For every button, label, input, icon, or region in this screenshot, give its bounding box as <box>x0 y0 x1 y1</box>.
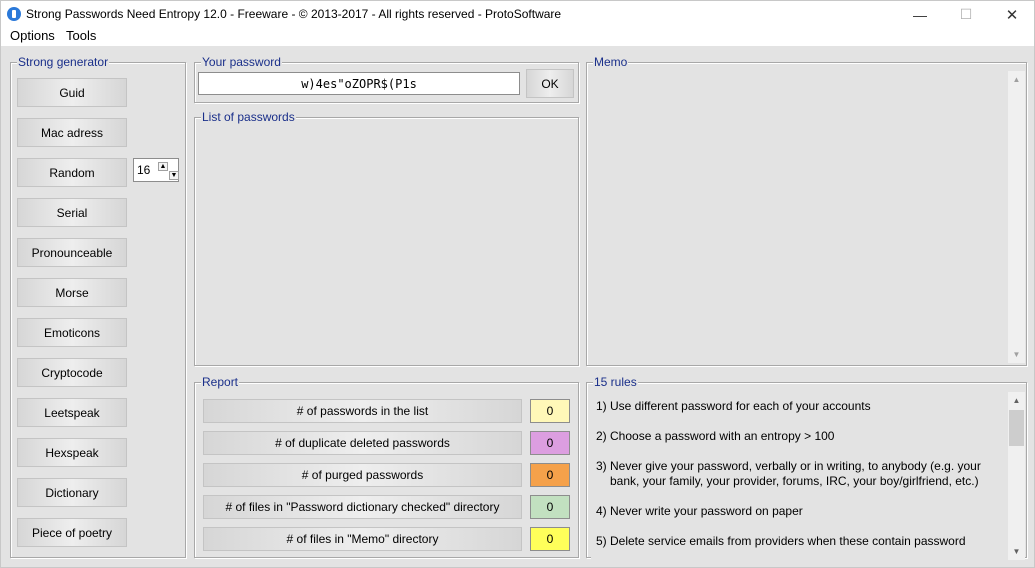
your-password-caption: Your password <box>201 55 282 69</box>
leetspeak-button[interactable]: Leetspeak <box>17 398 127 427</box>
pronounceable-button[interactable]: Pronounceable <box>17 238 127 267</box>
rule-4: 4) Never write your password on paper <box>596 504 803 518</box>
rule-1: 1) Use different password for each of yo… <box>596 399 871 413</box>
guid-button[interactable]: Guid <box>17 78 127 107</box>
menu-tools[interactable]: Tools <box>65 28 97 43</box>
serial-button[interactable]: Serial <box>17 198 127 227</box>
rules-scrollbar[interactable]: ▲ ▼ <box>1008 392 1025 560</box>
cryptocode-button[interactable]: Cryptocode <box>17 358 127 387</box>
memo-text-area[interactable] <box>589 71 1008 363</box>
window-title: Strong Passwords Need Entropy 12.0 - Fre… <box>26 7 562 21</box>
emoticons-button[interactable]: Emoticons <box>17 318 127 347</box>
spin-up-icon[interactable]: ▲ <box>158 162 168 171</box>
maximize-button[interactable]: ☐ <box>943 1 989 28</box>
random-button[interactable]: Random <box>17 158 127 187</box>
report-label-passwords-in-list: # of passwords in the list <box>203 399 522 423</box>
rule-3: 3) Never give your password, verbally or… <box>596 459 981 488</box>
app-icon <box>7 7 21 21</box>
passwords-list[interactable] <box>197 126 576 363</box>
report-count-passwords-in-list: 0 <box>530 399 570 423</box>
list-of-passwords-caption: List of passwords <box>201 110 296 124</box>
report-count-memo-files: 0 <box>530 527 570 551</box>
report-label-purged: # of purged passwords <box>203 463 522 487</box>
mac-adress-button[interactable]: Mac adress <box>17 118 127 147</box>
password-value: w)4es"oZOPR$(P1s <box>301 76 417 91</box>
report-label-duplicate-deleted: # of duplicate deleted passwords <box>203 431 522 455</box>
menu-bar: Options Tools <box>0 27 1035 46</box>
report-count-purged: 0 <box>530 463 570 487</box>
rules-text-area[interactable]: 1) Use different password for each of yo… <box>591 392 1008 560</box>
minimize-button[interactable]: — <box>897 1 943 28</box>
memo-scrollbar[interactable]: ▲ ▼ <box>1008 71 1025 363</box>
spin-down-icon[interactable]: ▼ <box>169 171 179 180</box>
close-button[interactable]: ✕ <box>989 1 1035 28</box>
rule-2: 2) Choose a password with an entropy > 1… <box>596 429 835 443</box>
hexspeak-button[interactable]: Hexspeak <box>17 438 127 467</box>
title-bar: Strong Passwords Need Entropy 12.0 - Fre… <box>0 0 1035 27</box>
client-area: Strong generator Guid Mac adress Random … <box>0 46 1035 568</box>
password-field[interactable]: w)4es"oZOPR$(P1s <box>198 72 520 95</box>
report-count-dictionary-files: 0 <box>530 495 570 519</box>
scroll-up-icon[interactable]: ▲ <box>1008 71 1025 88</box>
report-label-memo-files: # of files in "Memo" directory <box>203 527 522 551</box>
scroll-up-icon[interactable]: ▲ <box>1008 392 1025 409</box>
memo-caption: Memo <box>593 55 629 69</box>
report-group: Report # of passwords in the list 0 # of… <box>194 375 579 558</box>
rules-scroll-thumb[interactable] <box>1009 410 1024 446</box>
dictionary-button[interactable]: Dictionary <box>17 478 127 507</box>
morse-button[interactable]: Morse <box>17 278 127 307</box>
report-label-dictionary-files: # of files in "Password dictionary check… <box>203 495 522 519</box>
strong-generator-caption: Strong generator <box>17 55 110 69</box>
menu-options[interactable]: Options <box>9 28 56 43</box>
ok-button[interactable]: OK <box>526 69 574 98</box>
scroll-down-icon[interactable]: ▼ <box>1008 346 1025 363</box>
rule-5: 5) Delete service emails from providers … <box>596 534 966 548</box>
rules-caption: 15 rules <box>593 375 638 389</box>
report-caption: Report <box>201 375 240 389</box>
piece-of-poetry-button[interactable]: Piece of poetry <box>17 518 127 547</box>
scroll-down-icon[interactable]: ▼ <box>1008 543 1025 560</box>
report-count-duplicate-deleted: 0 <box>530 431 570 455</box>
random-length-value: 16 <box>137 163 151 177</box>
random-length-stepper[interactable]: 16 ▲ ▼ <box>133 158 179 182</box>
